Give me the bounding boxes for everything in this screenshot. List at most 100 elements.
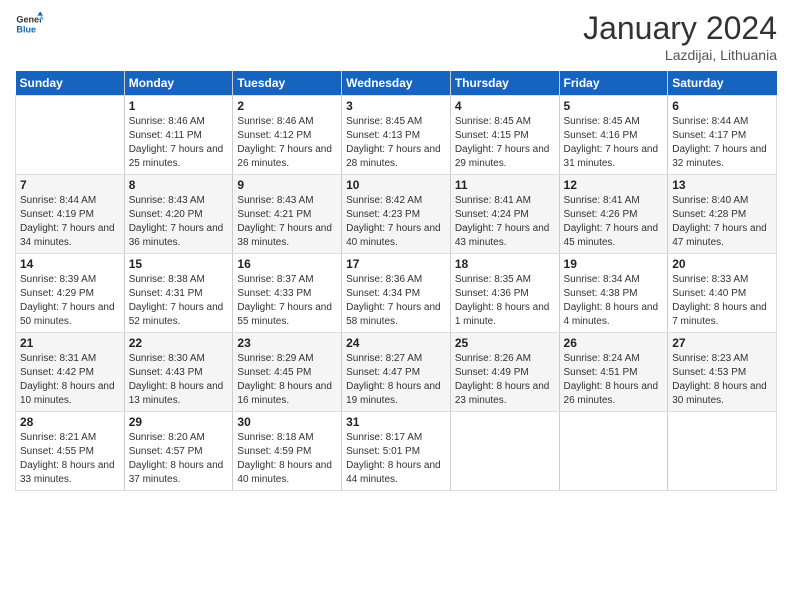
day-info: Sunrise: 8:21 AM Sunset: 4:55 PM Dayligh… [20, 431, 120, 487]
day-number: 11 [455, 178, 555, 192]
day-info: Sunrise: 8:43 AM Sunset: 4:20 PM Dayligh… [129, 194, 229, 250]
calendar-cell: 16 Sunrise: 8:37 AM Sunset: 4:33 PM Dayli… [233, 254, 342, 333]
calendar-cell: 26 Sunrise: 8:24 AM Sunset: 4:51 PM Dayli… [559, 333, 668, 412]
day-info: Sunrise: 8:29 AM Sunset: 4:45 PM Dayligh… [237, 352, 337, 408]
day-number: 29 [129, 415, 229, 429]
day-number: 26 [564, 336, 664, 350]
day-number: 14 [20, 257, 120, 271]
calendar-cell: 1 Sunrise: 8:46 AM Sunset: 4:11 PM Daylig… [124, 96, 233, 175]
month-title: January 2024 [583, 10, 777, 47]
day-number: 12 [564, 178, 664, 192]
page-container: General Blue January 2024 Lazdijai, Lith… [0, 0, 792, 501]
calendar-cell [559, 412, 668, 491]
calendar-cell: 6 Sunrise: 8:44 AM Sunset: 4:17 PM Daylig… [668, 96, 777, 175]
day-info: Sunrise: 8:39 AM Sunset: 4:29 PM Dayligh… [20, 273, 120, 329]
day-info: Sunrise: 8:37 AM Sunset: 4:33 PM Dayligh… [237, 273, 337, 329]
col-monday: Monday [124, 71, 233, 96]
day-info: Sunrise: 8:27 AM Sunset: 4:47 PM Dayligh… [346, 352, 446, 408]
calendar-cell: 10Sunrise: 8:42 AM Sunset: 4:23 PM Dayli… [342, 175, 451, 254]
calendar-cell: 2 Sunrise: 8:46 AM Sunset: 4:12 PM Daylig… [233, 96, 342, 175]
day-info: Sunrise: 8:31 AM Sunset: 4:42 PM Dayligh… [20, 352, 120, 408]
calendar-cell [668, 412, 777, 491]
calendar-cell: 12 Sunrise: 8:41 AM Sunset: 4:26 PM Dayli… [559, 175, 668, 254]
day-number: 21 [20, 336, 120, 350]
day-number: 30 [237, 415, 337, 429]
day-number: 8 [129, 178, 229, 192]
calendar-cell: 27 Sunrise: 8:23 AM Sunset: 4:53 PM Dayli… [668, 333, 777, 412]
calendar-cell: 18 Sunrise: 8:35 AM Sunset: 4:36 PM Dayli… [450, 254, 559, 333]
day-number: 18 [455, 257, 555, 271]
col-saturday: Saturday [668, 71, 777, 96]
calendar-cell: 4Sunrise: 8:45 AM Sunset: 4:15 PM Daylig… [450, 96, 559, 175]
day-info: Sunrise: 8:38 AM Sunset: 4:31 PM Dayligh… [129, 273, 229, 329]
calendar-cell [450, 412, 559, 491]
day-number: 31 [346, 415, 446, 429]
day-info: Sunrise: 8:41 AM Sunset: 4:24 PM Dayligh… [455, 194, 555, 250]
col-friday: Friday [559, 71, 668, 96]
day-number: 24 [346, 336, 446, 350]
day-info: Sunrise: 8:26 AM Sunset: 4:49 PM Dayligh… [455, 352, 555, 408]
calendar-cell: 5 Sunrise: 8:45 AM Sunset: 4:16 PM Daylig… [559, 96, 668, 175]
day-number: 9 [237, 178, 337, 192]
calendar-cell: 7 Sunrise: 8:44 AM Sunset: 4:19 PM Daylig… [16, 175, 125, 254]
day-info: Sunrise: 8:43 AM Sunset: 4:21 PM Dayligh… [237, 194, 337, 250]
col-tuesday: Tuesday [233, 71, 342, 96]
day-number: 27 [672, 336, 772, 350]
calendar-week-2: 14 Sunrise: 8:39 AM Sunset: 4:29 PM Dayli… [16, 254, 777, 333]
calendar-cell: 19Sunrise: 8:34 AM Sunset: 4:38 PM Dayli… [559, 254, 668, 333]
calendar-cell: 29 Sunrise: 8:20 AM Sunset: 4:57 PM Dayli… [124, 412, 233, 491]
location: Lazdijai, Lithuania [583, 47, 777, 63]
calendar-cell: 20Sunrise: 8:33 AM Sunset: 4:40 PM Dayli… [668, 254, 777, 333]
day-info: Sunrise: 8:46 AM Sunset: 4:11 PM Dayligh… [129, 115, 229, 171]
day-number: 28 [20, 415, 120, 429]
day-number: 5 [564, 99, 664, 113]
calendar-cell: 13Sunrise: 8:40 AM Sunset: 4:28 PM Dayli… [668, 175, 777, 254]
day-info: Sunrise: 8:44 AM Sunset: 4:17 PM Dayligh… [672, 115, 772, 171]
page-header: General Blue January 2024 Lazdijai, Lith… [15, 10, 777, 63]
calendar-cell: 21 Sunrise: 8:31 AM Sunset: 4:42 PM Dayli… [16, 333, 125, 412]
day-info: Sunrise: 8:33 AM Sunset: 4:40 PM Dayligh… [672, 273, 772, 329]
calendar-cell: 28 Sunrise: 8:21 AM Sunset: 4:55 PM Dayli… [16, 412, 125, 491]
day-number: 4 [455, 99, 555, 113]
calendar-week-3: 21 Sunrise: 8:31 AM Sunset: 4:42 PM Dayli… [16, 333, 777, 412]
calendar-week-4: 28 Sunrise: 8:21 AM Sunset: 4:55 PM Dayli… [16, 412, 777, 491]
day-number: 17 [346, 257, 446, 271]
day-info: Sunrise: 8:45 AM Sunset: 4:13 PM Dayligh… [346, 115, 446, 171]
day-info: Sunrise: 8:34 AM Sunset: 4:38 PM Dayligh… [564, 273, 664, 329]
day-number: 16 [237, 257, 337, 271]
calendar-cell: 25Sunrise: 8:26 AM Sunset: 4:49 PM Dayli… [450, 333, 559, 412]
logo-icon: General Blue [15, 10, 43, 38]
day-number: 1 [129, 99, 229, 113]
day-info: Sunrise: 8:24 AM Sunset: 4:51 PM Dayligh… [564, 352, 664, 408]
day-info: Sunrise: 8:46 AM Sunset: 4:12 PM Dayligh… [237, 115, 337, 171]
svg-text:Blue: Blue [16, 24, 36, 34]
calendar-cell: 23 Sunrise: 8:29 AM Sunset: 4:45 PM Dayli… [233, 333, 342, 412]
day-number: 3 [346, 99, 446, 113]
day-info: Sunrise: 8:42 AM Sunset: 4:23 PM Dayligh… [346, 194, 446, 250]
col-wednesday: Wednesday [342, 71, 451, 96]
calendar-week-1: 7 Sunrise: 8:44 AM Sunset: 4:19 PM Daylig… [16, 175, 777, 254]
day-number: 23 [237, 336, 337, 350]
calendar-cell: 30 Sunrise: 8:18 AM Sunset: 4:59 PM Dayli… [233, 412, 342, 491]
calendar-cell: 22 Sunrise: 8:30 AM Sunset: 4:43 PM Dayli… [124, 333, 233, 412]
day-number: 15 [129, 257, 229, 271]
day-number: 22 [129, 336, 229, 350]
day-info: Sunrise: 8:45 AM Sunset: 4:16 PM Dayligh… [564, 115, 664, 171]
day-number: 6 [672, 99, 772, 113]
day-info: Sunrise: 8:44 AM Sunset: 4:19 PM Dayligh… [20, 194, 120, 250]
calendar-cell: 31 Sunrise: 8:17 AM Sunset: 5:01 PM Dayli… [342, 412, 451, 491]
calendar-cell: 24 Sunrise: 8:27 AM Sunset: 4:47 PM Dayli… [342, 333, 451, 412]
day-info: Sunrise: 8:17 AM Sunset: 5:01 PM Dayligh… [346, 431, 446, 487]
day-number: 7 [20, 178, 120, 192]
calendar-cell [16, 96, 125, 175]
day-info: Sunrise: 8:36 AM Sunset: 4:34 PM Dayligh… [346, 273, 446, 329]
day-info: Sunrise: 8:18 AM Sunset: 4:59 PM Dayligh… [237, 431, 337, 487]
day-info: Sunrise: 8:35 AM Sunset: 4:36 PM Dayligh… [455, 273, 555, 329]
day-info: Sunrise: 8:23 AM Sunset: 4:53 PM Dayligh… [672, 352, 772, 408]
day-info: Sunrise: 8:20 AM Sunset: 4:57 PM Dayligh… [129, 431, 229, 487]
day-number: 2 [237, 99, 337, 113]
day-info: Sunrise: 8:30 AM Sunset: 4:43 PM Dayligh… [129, 352, 229, 408]
col-sunday: Sunday [16, 71, 125, 96]
day-info: Sunrise: 8:41 AM Sunset: 4:26 PM Dayligh… [564, 194, 664, 250]
calendar-cell: 9 Sunrise: 8:43 AM Sunset: 4:21 PM Daylig… [233, 175, 342, 254]
